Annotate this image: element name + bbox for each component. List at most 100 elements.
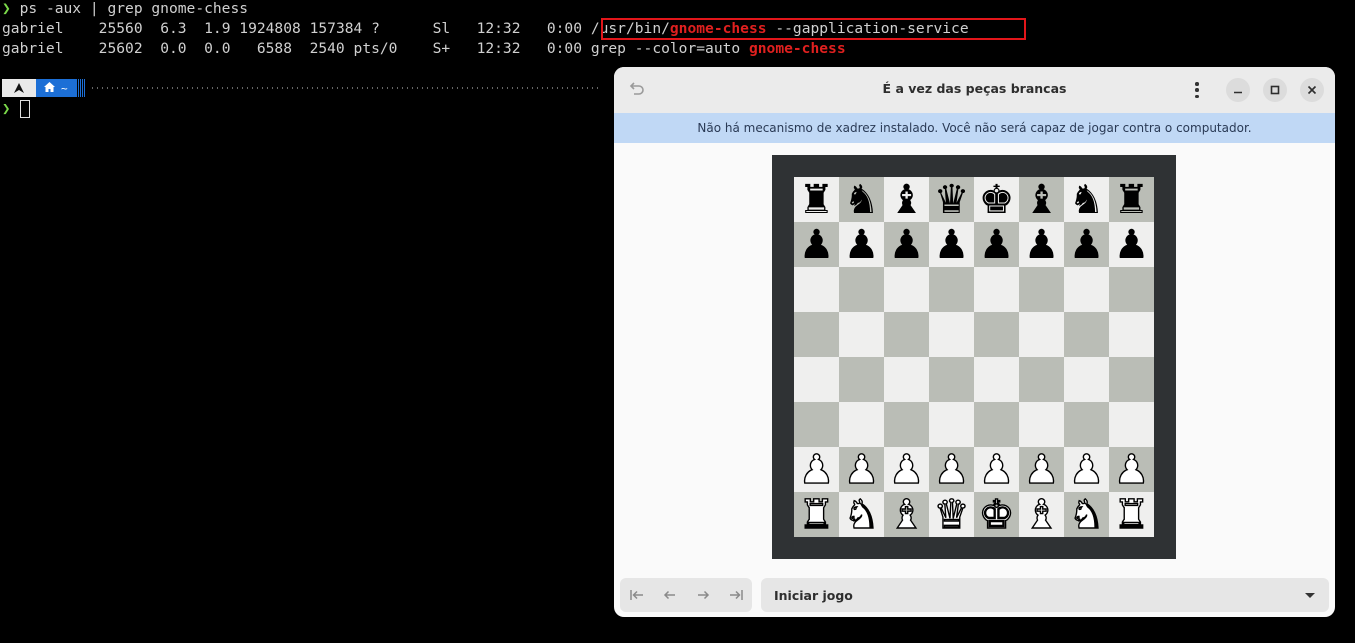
white-piece[interactable]: ♟ <box>1068 449 1105 490</box>
board-square[interactable]: ♝ <box>1019 492 1064 537</box>
black-piece[interactable]: ♝ <box>889 180 925 220</box>
last-move-button[interactable] <box>719 578 752 612</box>
board-square[interactable]: ♟ <box>1019 222 1064 267</box>
board-square[interactable] <box>884 357 929 402</box>
board-square[interactable] <box>1109 357 1154 402</box>
board-square[interactable] <box>1064 402 1109 447</box>
white-piece[interactable]: ♞ <box>843 494 880 535</box>
chess-board[interactable]: ♜ ♞ ♝ ♛ ♚ ♝ ♞ ♜ ♟ ♟ ♟ ♟ ♟ ♟ ♟ ♟ ♟ ♟ ♟ ♟ ♟ ♟ ♟ ♟ ♜ ♞ ♝ ♛ ♚ ♝ ♞ ♜ <box>794 177 1154 537</box>
board-square[interactable]: ♟ <box>1064 447 1109 492</box>
white-piece[interactable]: ♞ <box>1068 494 1105 535</box>
white-piece[interactable]: ♟ <box>1023 449 1060 490</box>
board-square[interactable] <box>884 267 929 312</box>
board-square[interactable] <box>794 267 839 312</box>
board-square[interactable]: ♟ <box>1019 447 1064 492</box>
board-square[interactable]: ♞ <box>1064 492 1109 537</box>
board-square[interactable] <box>1109 267 1154 312</box>
board-square[interactable]: ♟ <box>1109 222 1154 267</box>
board-square[interactable]: ♞ <box>1064 177 1109 222</box>
white-piece[interactable]: ♚ <box>978 494 1015 535</box>
maximize-button[interactable] <box>1263 78 1287 102</box>
board-square[interactable]: ♟ <box>884 222 929 267</box>
menu-icon[interactable] <box>1191 80 1203 100</box>
board-square[interactable]: ♟ <box>794 222 839 267</box>
board-square[interactable]: ♟ <box>929 447 974 492</box>
black-piece[interactable]: ♝ <box>1024 180 1060 220</box>
board-square[interactable] <box>1019 267 1064 312</box>
black-piece[interactable]: ♟ <box>1069 225 1105 265</box>
board-square[interactable] <box>974 357 1019 402</box>
board-square[interactable] <box>794 357 839 402</box>
board-square[interactable]: ♛ <box>929 492 974 537</box>
previous-move-button[interactable] <box>653 578 686 612</box>
board-square[interactable]: ♟ <box>974 447 1019 492</box>
board-square[interactable] <box>929 357 974 402</box>
board-square[interactable]: ♛ <box>929 177 974 222</box>
black-piece[interactable]: ♟ <box>1024 225 1060 265</box>
white-piece[interactable]: ♟ <box>933 449 970 490</box>
white-piece[interactable]: ♟ <box>1113 449 1150 490</box>
board-square[interactable] <box>929 267 974 312</box>
first-move-button[interactable] <box>620 578 653 612</box>
board-square[interactable]: ♜ <box>794 492 839 537</box>
white-piece[interactable]: ♛ <box>933 494 970 535</box>
board-square[interactable]: ♟ <box>974 222 1019 267</box>
board-square[interactable]: ♞ <box>839 492 884 537</box>
black-piece[interactable]: ♟ <box>934 225 970 265</box>
board-square[interactable]: ♝ <box>884 492 929 537</box>
board-square[interactable]: ♜ <box>794 177 839 222</box>
board-square[interactable] <box>1064 267 1109 312</box>
board-square[interactable] <box>1019 402 1064 447</box>
board-square[interactable]: ♝ <box>1019 177 1064 222</box>
black-piece[interactable]: ♟ <box>799 225 835 265</box>
board-square[interactable] <box>1019 357 1064 402</box>
board-square[interactable]: ♚ <box>974 177 1019 222</box>
black-piece[interactable]: ♚ <box>979 180 1015 220</box>
board-square[interactable]: ♟ <box>1109 447 1154 492</box>
black-piece[interactable]: ♞ <box>1069 180 1105 220</box>
board-square[interactable]: ♞ <box>839 177 884 222</box>
black-piece[interactable]: ♟ <box>889 225 925 265</box>
board-square[interactable]: ♟ <box>794 447 839 492</box>
board-square[interactable]: ♟ <box>884 447 929 492</box>
board-square[interactable]: ♟ <box>929 222 974 267</box>
board-square[interactable] <box>1019 312 1064 357</box>
white-piece[interactable]: ♟ <box>798 449 835 490</box>
black-piece[interactable]: ♛ <box>934 180 970 220</box>
black-piece[interactable]: ♟ <box>1114 225 1150 265</box>
white-piece[interactable]: ♜ <box>1113 494 1150 535</box>
black-piece[interactable]: ♞ <box>844 180 880 220</box>
board-square[interactable]: ♟ <box>839 447 884 492</box>
black-piece[interactable]: ♟ <box>844 225 880 265</box>
board-square[interactable] <box>929 402 974 447</box>
white-piece[interactable]: ♟ <box>888 449 925 490</box>
white-piece[interactable]: ♝ <box>888 494 925 535</box>
board-square[interactable]: ♜ <box>1109 177 1154 222</box>
board-square[interactable]: ♟ <box>839 222 884 267</box>
black-piece[interactable]: ♜ <box>799 180 835 220</box>
next-move-button[interactable] <box>686 578 719 612</box>
board-square[interactable] <box>1064 357 1109 402</box>
board-square[interactable] <box>839 312 884 357</box>
board-square[interactable]: ♚ <box>974 492 1019 537</box>
board-square[interactable] <box>974 402 1019 447</box>
board-square[interactable] <box>794 312 839 357</box>
game-dropdown[interactable]: Iniciar jogo <box>761 578 1329 612</box>
white-piece[interactable]: ♝ <box>1023 494 1060 535</box>
board-square[interactable] <box>929 312 974 357</box>
white-piece[interactable]: ♜ <box>798 494 835 535</box>
board-square[interactable] <box>1109 402 1154 447</box>
board-square[interactable]: ♜ <box>1109 492 1154 537</box>
board-square[interactable] <box>839 267 884 312</box>
chess-window[interactable]: É a vez das peças brancas Não há mecanis… <box>614 67 1335 617</box>
black-piece[interactable]: ♟ <box>979 225 1015 265</box>
board-square[interactable] <box>884 312 929 357</box>
board-square[interactable] <box>884 402 929 447</box>
board-square[interactable]: ♟ <box>1064 222 1109 267</box>
board-square[interactable] <box>794 402 839 447</box>
black-piece[interactable]: ♜ <box>1114 180 1150 220</box>
board-square[interactable] <box>839 402 884 447</box>
board-square[interactable] <box>839 357 884 402</box>
white-piece[interactable]: ♟ <box>843 449 880 490</box>
board-square[interactable] <box>1064 312 1109 357</box>
